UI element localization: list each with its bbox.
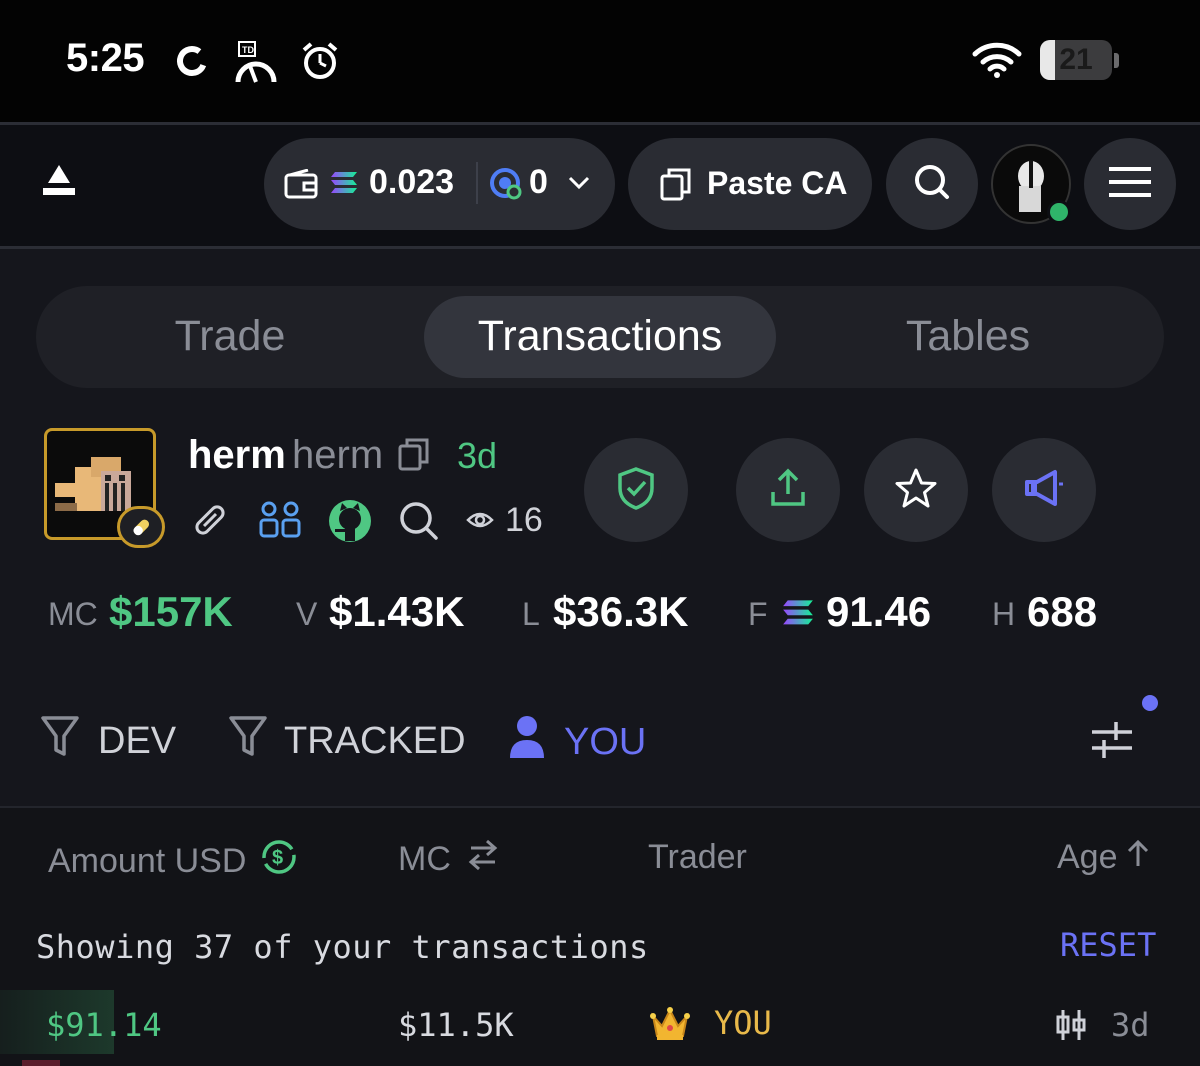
- favorite-button[interactable]: [864, 438, 968, 542]
- solana-icon: [782, 598, 814, 633]
- stat-label-mc: MC: [48, 596, 98, 632]
- settings-sliders-icon[interactable]: [1090, 718, 1134, 765]
- filter-you[interactable]: YOU: [508, 714, 646, 770]
- github-icon[interactable]: [326, 497, 374, 550]
- paste-ca-label: Paste CA: [707, 165, 848, 201]
- notification-dot: [1142, 695, 1158, 711]
- pill-badge-icon: [117, 506, 165, 548]
- menu-button[interactable]: [1084, 138, 1176, 230]
- watcher-count: 16: [505, 501, 543, 539]
- stat-value-holders: 688: [1027, 588, 1098, 635]
- sync-icon: [175, 44, 209, 83]
- status-bar: 5:25 TD 21: [0, 0, 1200, 122]
- currency-toggle-icon[interactable]: $: [260, 838, 298, 885]
- alarm-clock-icon: [300, 41, 340, 86]
- menu-icon: [1109, 165, 1151, 204]
- row-mc: $11.5K: [398, 1006, 514, 1044]
- user-icon: [508, 714, 546, 770]
- search-icon: [912, 162, 952, 207]
- stat-label-volume: V: [296, 596, 318, 632]
- wifi-icon: [972, 42, 1022, 83]
- stat-value-fees: 91.46: [826, 588, 932, 635]
- wallet-token-count: 0: [529, 163, 548, 201]
- svg-text:$: $: [272, 847, 283, 869]
- copy-address-icon[interactable]: [398, 437, 430, 476]
- avatar[interactable]: [991, 144, 1071, 224]
- battery-nub: [1114, 53, 1119, 68]
- column-header-amount[interactable]: Amount USD $: [48, 838, 298, 885]
- stat-label-fees: F: [748, 596, 768, 632]
- showing-count-text: Showing 37 of your transactions: [36, 928, 649, 966]
- tab-trade[interactable]: Trade: [130, 312, 330, 361]
- column-header-trader: Trader: [648, 838, 747, 877]
- column-header-age[interactable]: Age: [1057, 838, 1150, 877]
- row-amount: $91.14: [46, 1006, 162, 1044]
- crown-icon: [650, 1006, 690, 1047]
- battery-icon: 21: [1040, 40, 1112, 80]
- wallet-icon: [284, 168, 318, 204]
- candlestick-icon[interactable]: [1055, 1008, 1087, 1047]
- swap-arrows-icon[interactable]: [467, 838, 499, 881]
- battery-percent: 21: [1059, 43, 1093, 76]
- td-speedometer-icon: TD: [234, 40, 278, 89]
- filter-icon: [40, 714, 80, 768]
- stat-label-liquidity: L: [522, 596, 540, 632]
- row-age: 3d: [1111, 1006, 1150, 1044]
- shield-check-icon: [616, 466, 656, 515]
- copy-icon: [660, 167, 692, 206]
- row-trader[interactable]: YOU: [714, 1004, 772, 1042]
- share-button[interactable]: [736, 438, 840, 542]
- next-row-indicator: [22, 1060, 60, 1066]
- eye-icon: [466, 508, 494, 537]
- reset-button[interactable]: RESET: [1060, 926, 1156, 964]
- search-token-icon[interactable]: [398, 500, 440, 547]
- column-header-amount-label: Amount USD: [48, 842, 247, 880]
- svg-text:TD: TD: [242, 45, 254, 55]
- filter-icon: [228, 714, 268, 768]
- tab-transactions[interactable]: Transactions: [424, 312, 776, 361]
- search-button[interactable]: [886, 138, 978, 230]
- logo-icon[interactable]: [40, 163, 78, 202]
- wallet-balance: 0.023: [369, 163, 455, 201]
- nav-divider: [0, 246, 1200, 249]
- star-icon: [894, 467, 938, 514]
- filter-dev[interactable]: DEV: [40, 714, 176, 768]
- filter-tracked[interactable]: TRACKED: [228, 714, 466, 768]
- filter-you-label: YOU: [564, 720, 647, 763]
- megaphone-icon: [1023, 468, 1065, 513]
- filter-dev-label: DEV: [98, 719, 177, 762]
- token-name: herm: [188, 433, 286, 477]
- tab-tables[interactable]: Tables: [868, 312, 1068, 361]
- stat-value-mc: $157K: [109, 588, 233, 635]
- filter-tracked-label: TRACKED: [284, 719, 466, 762]
- column-header-mc-label: MC: [398, 840, 451, 878]
- column-header-mc[interactable]: MC: [398, 838, 499, 881]
- online-status-dot: [1047, 200, 1071, 224]
- column-header-age-label: Age: [1057, 838, 1118, 876]
- share-icon: [768, 468, 808, 513]
- token-age: 3d: [457, 435, 498, 476]
- status-time: 5:25: [66, 36, 145, 80]
- coin-icon: [488, 166, 522, 205]
- token-ticker: herm: [292, 433, 384, 477]
- stat-value-volume: $1.43K: [329, 588, 465, 635]
- wallet-separator: [476, 162, 478, 204]
- promote-button[interactable]: [992, 438, 1096, 542]
- stat-label-holders: H: [992, 596, 1016, 632]
- stat-value-liquidity: $36.3K: [553, 588, 689, 635]
- link-icon[interactable]: [190, 500, 230, 545]
- solana-icon: [330, 170, 358, 201]
- community-icon[interactable]: [258, 500, 302, 545]
- chevron-down-icon: [568, 176, 590, 195]
- sort-arrow-up-icon: [1126, 838, 1150, 877]
- column-header-trader-label: Trader: [648, 838, 747, 876]
- security-check-button[interactable]: [584, 438, 688, 542]
